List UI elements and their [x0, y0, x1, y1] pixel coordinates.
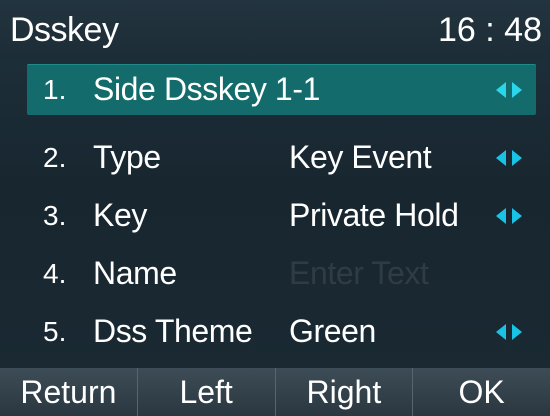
item-number: 1. — [43, 74, 67, 105]
softkey-bar: Return Left Right OK — [0, 368, 550, 416]
return-softkey[interactable]: Return — [0, 368, 138, 416]
list-item-side-dsskey[interactable]: 1. Side Dsskey 1-1 — [27, 64, 536, 115]
left-softkey[interactable]: Left — [138, 368, 276, 416]
item-label: Type — [93, 139, 161, 175]
dss-theme-value[interactable]: Green — [289, 312, 376, 350]
right-softkey[interactable]: Right — [276, 368, 414, 416]
clock: 16 : 48 — [438, 11, 542, 49]
title-bar: Dsskey 16 : 48 — [0, 0, 550, 58]
list-item-key[interactable]: 3. Key Private Hold — [27, 190, 536, 241]
item-number: 4. — [43, 258, 67, 289]
list-item-name[interactable]: 4. Name Enter Text — [27, 248, 536, 299]
item-label: Name — [93, 255, 177, 291]
page-title: Dsskey — [10, 11, 119, 49]
type-value[interactable]: Key Event — [289, 138, 432, 176]
left-right-arrows-icon[interactable] — [494, 323, 524, 341]
key-value[interactable]: Private Hold — [289, 196, 459, 234]
left-right-arrows-icon[interactable] — [494, 207, 524, 225]
name-input[interactable]: Enter Text — [289, 254, 429, 292]
item-label: Side Dsskey 1-1 — [93, 71, 320, 107]
item-number: 5. — [43, 316, 67, 347]
item-label: Dss Theme — [93, 313, 253, 349]
list-item-dss-theme[interactable]: 5. Dss Theme Green — [27, 306, 536, 357]
item-number: 2. — [43, 142, 67, 173]
item-number: 3. — [43, 200, 67, 231]
list-item-type[interactable]: 2. Type Key Event — [27, 132, 536, 183]
left-right-arrows-icon[interactable] — [494, 81, 524, 99]
ok-softkey[interactable]: OK — [413, 368, 550, 416]
item-label: Key — [93, 197, 147, 233]
phone-screen: Dsskey 16 : 48 1. Side Dsskey 1-1 2. Typ… — [0, 0, 550, 416]
left-right-arrows-icon[interactable] — [494, 149, 524, 167]
